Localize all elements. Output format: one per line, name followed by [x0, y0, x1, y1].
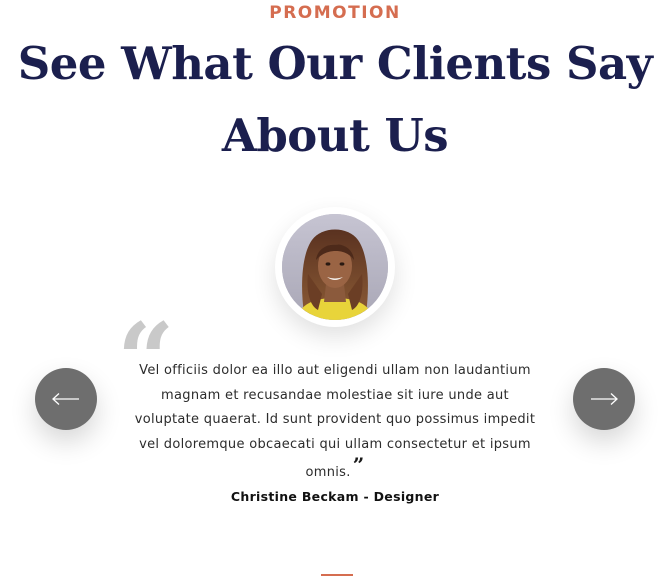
testimonial-author: Christine Beckam - Designer [230, 489, 440, 504]
previous-testimonial-button[interactable] [35, 368, 97, 430]
testimonial-quote-text: Vel officiis dolor ea illo aut eligendi … [134, 363, 536, 480]
testimonial-quote: Vel officiis dolor ea illo aut eligendi … [130, 359, 540, 486]
testimonial-avatar-frame [275, 207, 395, 327]
avatar [282, 214, 388, 320]
section-divider [321, 574, 353, 576]
section-headline: See What Our Clients Say About Us [17, 37, 653, 162]
client-portrait-image [282, 214, 388, 320]
arrow-right-icon [591, 393, 618, 405]
next-testimonial-button[interactable] [573, 368, 635, 430]
close-quote-icon: ” [352, 453, 365, 477]
section-eyebrow: PROMOTION [269, 3, 401, 23]
arrow-left-icon [52, 393, 79, 405]
